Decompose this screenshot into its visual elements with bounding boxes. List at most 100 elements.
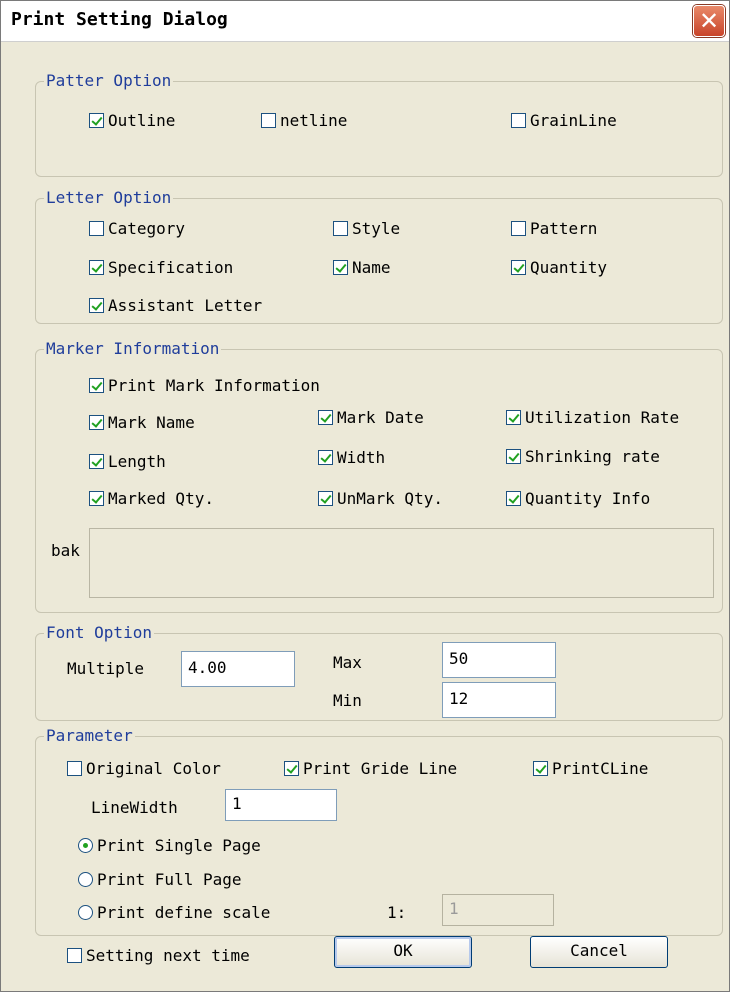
cancel-button[interactable]: Cancel — [530, 936, 668, 968]
checkbox-box[interactable] — [318, 491, 333, 506]
printcline-checkbox[interactable]: PrintCLine — [533, 759, 648, 778]
utilization-rate-label: Utilization Rate — [525, 408, 680, 427]
unmark-qty-checkbox[interactable]: UnMark Qty. — [318, 489, 443, 508]
bak-textarea[interactable] — [89, 528, 714, 598]
checkbox-box[interactable] — [333, 221, 348, 236]
scale-ratio-label: 1: — [387, 903, 407, 922]
utilization-rate-checkbox[interactable]: Utilization Rate — [506, 408, 679, 427]
original-color-checkbox[interactable]: Original Color — [67, 759, 221, 778]
dialog-title: Print Setting Dialog — [11, 9, 228, 30]
checkbox-box[interactable] — [506, 449, 521, 464]
checkbox-box[interactable] — [89, 454, 104, 469]
style-label: Style — [352, 219, 401, 238]
min-input[interactable]: 12 — [442, 682, 556, 718]
parameter-legend: Parameter — [44, 726, 135, 746]
radio-circle[interactable] — [78, 905, 93, 920]
checkbox-box[interactable] — [261, 113, 276, 128]
checkbox-box[interactable] — [89, 298, 104, 313]
font-option-legend: Font Option — [44, 623, 154, 643]
checkbox-box[interactable] — [67, 761, 82, 776]
checkbox-box[interactable] — [318, 450, 333, 465]
mark-name-label: Mark Name — [108, 413, 195, 432]
style-checkbox[interactable]: Style — [333, 219, 400, 238]
checkbox-box[interactable] — [67, 948, 82, 963]
linewidth-label: LineWidth — [91, 798, 178, 817]
grainline-label: GrainLine — [530, 111, 617, 130]
mark-date-checkbox[interactable]: Mark Date — [318, 408, 424, 427]
checkbox-box[interactable] — [506, 491, 521, 506]
scale-input[interactable]: 1 — [442, 894, 554, 926]
print-setting-dialog: Print Setting Dialog ✕ Patter Option Out… — [0, 0, 730, 992]
checkbox-box[interactable] — [506, 410, 521, 425]
quantity-info-label: Quantity Info — [525, 489, 651, 508]
setting-next-time-label: Setting next time — [86, 946, 250, 965]
checkbox-box[interactable] — [89, 113, 104, 128]
multiple-input[interactable]: 4.00 — [181, 651, 295, 687]
print-mark-information-checkbox[interactable]: Print Mark Information — [89, 376, 320, 395]
quantity-label: Quantity — [530, 258, 608, 277]
width-label: Width — [337, 448, 386, 467]
multiple-label: Multiple — [67, 659, 145, 678]
assistant-letter-checkbox[interactable]: Assistant Letter — [89, 296, 262, 315]
shrinking-rate-checkbox[interactable]: Shrinking rate — [506, 447, 660, 466]
max-input[interactable]: 50 — [442, 642, 556, 678]
assistant-letter-label: Assistant Letter — [108, 296, 263, 315]
outline-checkbox[interactable]: Outline — [89, 111, 175, 130]
checkbox-box[interactable] — [333, 260, 348, 275]
mark-date-label: Mark Date — [337, 408, 424, 427]
max-label: Max — [333, 653, 362, 672]
specification-checkbox[interactable]: Specification — [89, 258, 233, 277]
width-checkbox[interactable]: Width — [318, 448, 385, 467]
pattern-label: Pattern — [530, 219, 598, 238]
category-label: Category — [108, 219, 186, 238]
print-define-scale-radio[interactable]: Print define scale — [78, 903, 270, 922]
close-icon[interactable]: ✕ — [693, 5, 725, 37]
marked-qty-checkbox[interactable]: Marked Qty. — [89, 489, 214, 508]
quantity-info-checkbox[interactable]: Quantity Info — [506, 489, 650, 508]
length-label: Length — [108, 452, 166, 471]
linewidth-input[interactable]: 1 — [225, 789, 337, 821]
checkbox-box[interactable] — [89, 221, 104, 236]
bak-label: bak — [51, 541, 80, 560]
length-checkbox[interactable]: Length — [89, 452, 166, 471]
setting-next-time-checkbox[interactable]: Setting next time — [67, 946, 250, 965]
specification-label: Specification — [108, 258, 234, 277]
checkbox-box[interactable] — [89, 491, 104, 506]
checkbox-box[interactable] — [89, 260, 104, 275]
checkbox-box[interactable] — [89, 415, 104, 430]
checkbox-box[interactable] — [511, 113, 526, 128]
checkbox-box[interactable] — [89, 378, 104, 393]
mark-name-checkbox[interactable]: Mark Name — [89, 413, 195, 432]
checkbox-box[interactable] — [511, 221, 526, 236]
print-gride-line-label: Print Gride Line — [303, 759, 458, 778]
outline-label: Outline — [108, 111, 176, 130]
netline-label: netline — [280, 111, 348, 130]
original-color-label: Original Color — [86, 759, 221, 778]
ok-button[interactable]: OK — [334, 936, 472, 968]
checkbox-box[interactable] — [533, 761, 548, 776]
pattern-checkbox[interactable]: Pattern — [511, 219, 597, 238]
radio-circle[interactable] — [78, 838, 93, 853]
quantity-checkbox[interactable]: Quantity — [511, 258, 607, 277]
unmark-qty-label: UnMark Qty. — [337, 489, 443, 508]
checkbox-box[interactable] — [511, 260, 526, 275]
category-checkbox[interactable]: Category — [89, 219, 185, 238]
radio-circle[interactable] — [78, 872, 93, 887]
print-single-page-radio[interactable]: Print Single Page — [78, 836, 261, 855]
min-label: Min — [333, 691, 362, 710]
checkbox-box[interactable] — [318, 410, 333, 425]
print-mark-information-label: Print Mark Information — [108, 376, 320, 395]
letter-option-legend: Letter Option — [44, 188, 174, 208]
netline-checkbox[interactable]: netline — [261, 111, 347, 130]
shrinking-rate-label: Shrinking rate — [525, 447, 660, 466]
name-checkbox[interactable]: Name — [333, 258, 391, 277]
name-label: Name — [352, 258, 391, 277]
title-bar[interactable]: Print Setting Dialog ✕ — [1, 1, 729, 42]
print-full-page-label: Print Full Page — [97, 870, 242, 889]
print-gride-line-checkbox[interactable]: Print Gride Line — [284, 759, 457, 778]
print-full-page-radio[interactable]: Print Full Page — [78, 870, 242, 889]
grainline-checkbox[interactable]: GrainLine — [511, 111, 617, 130]
marked-qty-label: Marked Qty. — [108, 489, 214, 508]
checkbox-box[interactable] — [284, 761, 299, 776]
pattern-option-legend: Patter Option — [44, 71, 174, 91]
